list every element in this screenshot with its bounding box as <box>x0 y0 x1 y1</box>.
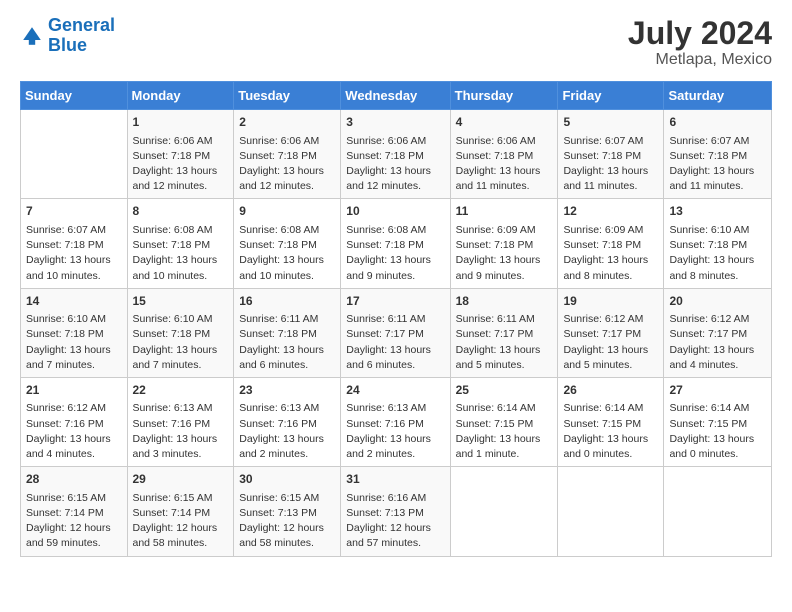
day-number: 13 <box>669 203 766 220</box>
day-number: 15 <box>133 293 229 310</box>
location: Metlapa, Mexico <box>628 51 772 69</box>
day-number: 27 <box>669 382 766 399</box>
logo-icon <box>20 24 44 48</box>
calendar-cell: 9Sunrise: 6:08 AMSunset: 7:18 PMDaylight… <box>234 199 341 288</box>
day-header-monday: Monday <box>127 82 234 110</box>
day-number: 10 <box>346 203 444 220</box>
calendar-cell <box>450 467 558 556</box>
header: General Blue July 2024 Metlapa, Mexico <box>20 16 772 69</box>
calendar-page: General Blue July 2024 Metlapa, Mexico S… <box>0 0 792 612</box>
week-row-3: 21Sunrise: 6:12 AMSunset: 7:16 PMDayligh… <box>21 377 772 466</box>
calendar-cell: 10Sunrise: 6:08 AMSunset: 7:18 PMDayligh… <box>341 199 450 288</box>
day-header-thursday: Thursday <box>450 82 558 110</box>
calendar-cell: 11Sunrise: 6:09 AMSunset: 7:18 PMDayligh… <box>450 199 558 288</box>
calendar-cell: 24Sunrise: 6:13 AMSunset: 7:16 PMDayligh… <box>341 377 450 466</box>
calendar-cell: 18Sunrise: 6:11 AMSunset: 7:17 PMDayligh… <box>450 288 558 377</box>
calendar-cell: 25Sunrise: 6:14 AMSunset: 7:15 PMDayligh… <box>450 377 558 466</box>
day-number: 8 <box>133 203 229 220</box>
calendar-cell: 2Sunrise: 6:06 AMSunset: 7:18 PMDaylight… <box>234 110 341 199</box>
calendar-cell: 27Sunrise: 6:14 AMSunset: 7:15 PMDayligh… <box>664 377 772 466</box>
calendar-cell: 28Sunrise: 6:15 AMSunset: 7:14 PMDayligh… <box>21 467 128 556</box>
day-number: 26 <box>563 382 658 399</box>
day-header-tuesday: Tuesday <box>234 82 341 110</box>
week-row-1: 7Sunrise: 6:07 AMSunset: 7:18 PMDaylight… <box>21 199 772 288</box>
day-number: 9 <box>239 203 335 220</box>
logo-text: General Blue <box>48 16 115 56</box>
day-number: 7 <box>26 203 122 220</box>
day-number: 20 <box>669 293 766 310</box>
calendar-cell: 5Sunrise: 6:07 AMSunset: 7:18 PMDaylight… <box>558 110 664 199</box>
day-number: 28 <box>26 471 122 488</box>
day-header-sunday: Sunday <box>21 82 128 110</box>
day-number: 11 <box>456 203 553 220</box>
calendar-cell: 15Sunrise: 6:10 AMSunset: 7:18 PMDayligh… <box>127 288 234 377</box>
day-number: 6 <box>669 114 766 131</box>
day-number: 3 <box>346 114 444 131</box>
calendar-cell: 8Sunrise: 6:08 AMSunset: 7:18 PMDaylight… <box>127 199 234 288</box>
day-number: 5 <box>563 114 658 131</box>
header-row: SundayMondayTuesdayWednesdayThursdayFrid… <box>21 82 772 110</box>
calendar-cell: 4Sunrise: 6:06 AMSunset: 7:18 PMDaylight… <box>450 110 558 199</box>
calendar-cell <box>558 467 664 556</box>
calendar-cell: 13Sunrise: 6:10 AMSunset: 7:18 PMDayligh… <box>664 199 772 288</box>
day-number: 22 <box>133 382 229 399</box>
day-number: 25 <box>456 382 553 399</box>
calendar-cell: 16Sunrise: 6:11 AMSunset: 7:18 PMDayligh… <box>234 288 341 377</box>
calendar-cell: 7Sunrise: 6:07 AMSunset: 7:18 PMDaylight… <box>21 199 128 288</box>
day-number: 31 <box>346 471 444 488</box>
week-row-0: 1Sunrise: 6:06 AMSunset: 7:18 PMDaylight… <box>21 110 772 199</box>
calendar-cell <box>21 110 128 199</box>
day-number: 21 <box>26 382 122 399</box>
calendar-cell: 23Sunrise: 6:13 AMSunset: 7:16 PMDayligh… <box>234 377 341 466</box>
calendar-cell: 19Sunrise: 6:12 AMSunset: 7:17 PMDayligh… <box>558 288 664 377</box>
day-number: 16 <box>239 293 335 310</box>
calendar-cell: 12Sunrise: 6:09 AMSunset: 7:18 PMDayligh… <box>558 199 664 288</box>
day-number: 1 <box>133 114 229 131</box>
calendar-cell: 31Sunrise: 6:16 AMSunset: 7:13 PMDayligh… <box>341 467 450 556</box>
week-row-4: 28Sunrise: 6:15 AMSunset: 7:14 PMDayligh… <box>21 467 772 556</box>
calendar-cell: 6Sunrise: 6:07 AMSunset: 7:18 PMDaylight… <box>664 110 772 199</box>
day-number: 24 <box>346 382 444 399</box>
title-block: July 2024 Metlapa, Mexico <box>628 16 772 69</box>
calendar-cell: 22Sunrise: 6:13 AMSunset: 7:16 PMDayligh… <box>127 377 234 466</box>
logo: General Blue <box>20 16 115 56</box>
calendar-cell: 1Sunrise: 6:06 AMSunset: 7:18 PMDaylight… <box>127 110 234 199</box>
calendar-cell: 17Sunrise: 6:11 AMSunset: 7:17 PMDayligh… <box>341 288 450 377</box>
calendar-cell: 20Sunrise: 6:12 AMSunset: 7:17 PMDayligh… <box>664 288 772 377</box>
day-number: 4 <box>456 114 553 131</box>
calendar-cell: 21Sunrise: 6:12 AMSunset: 7:16 PMDayligh… <box>21 377 128 466</box>
calendar-cell <box>664 467 772 556</box>
day-number: 12 <box>563 203 658 220</box>
calendar-cell: 26Sunrise: 6:14 AMSunset: 7:15 PMDayligh… <box>558 377 664 466</box>
day-number: 2 <box>239 114 335 131</box>
day-header-saturday: Saturday <box>664 82 772 110</box>
day-number: 30 <box>239 471 335 488</box>
day-number: 17 <box>346 293 444 310</box>
month-year: July 2024 <box>628 16 772 51</box>
day-number: 23 <box>239 382 335 399</box>
day-header-wednesday: Wednesday <box>341 82 450 110</box>
day-number: 19 <box>563 293 658 310</box>
calendar-cell: 3Sunrise: 6:06 AMSunset: 7:18 PMDaylight… <box>341 110 450 199</box>
day-number: 29 <box>133 471 229 488</box>
calendar-cell: 14Sunrise: 6:10 AMSunset: 7:18 PMDayligh… <box>21 288 128 377</box>
day-header-friday: Friday <box>558 82 664 110</box>
calendar-cell: 30Sunrise: 6:15 AMSunset: 7:13 PMDayligh… <box>234 467 341 556</box>
week-row-2: 14Sunrise: 6:10 AMSunset: 7:18 PMDayligh… <box>21 288 772 377</box>
calendar-table: SundayMondayTuesdayWednesdayThursdayFrid… <box>20 81 772 556</box>
calendar-cell: 29Sunrise: 6:15 AMSunset: 7:14 PMDayligh… <box>127 467 234 556</box>
day-number: 14 <box>26 293 122 310</box>
day-number: 18 <box>456 293 553 310</box>
